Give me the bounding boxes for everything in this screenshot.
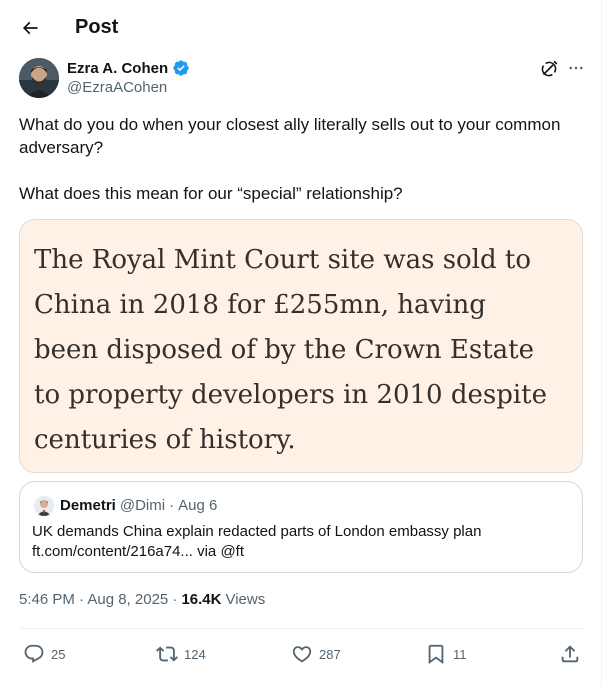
back-button[interactable]	[14, 12, 46, 44]
media-image-card[interactable]: The Royal Mint Court site was sold to Ch…	[19, 219, 583, 473]
grok-button[interactable]	[538, 58, 560, 80]
quoted-text-line-2: ft.com/content/216a74... via @ft	[32, 543, 245, 560]
quoted-post[interactable]: Demetri @Dimi · Aug 6 UK demands China e…	[19, 481, 583, 573]
quoted-text-line-1: UK demands China explain redacted parts …	[32, 523, 482, 540]
author-avatar[interactable]	[19, 58, 59, 98]
like-button[interactable]: 287	[291, 640, 341, 668]
reply-count: 25	[51, 646, 66, 662]
repost-icon	[156, 646, 178, 662]
divider	[19, 628, 583, 629]
tweet-paragraph-2: What does this mean for our “special” re…	[19, 184, 403, 203]
post-detail-panel: Post Ezra A. Cohen @EzraACohen What do y…	[0, 0, 602, 686]
avatar-image	[19, 58, 59, 98]
more-options-button[interactable]	[566, 58, 586, 78]
share-button[interactable]	[559, 640, 581, 668]
quoted-date: Aug 6	[178, 497, 218, 514]
views-label: Views	[225, 591, 266, 608]
post-time-date[interactable]: 5:46 PM · Aug 8, 2025 ·	[19, 591, 177, 608]
quoted-post-text: UK demands China explain redacted parts …	[32, 522, 572, 562]
repost-button[interactable]: 124	[156, 640, 206, 668]
reply-icon	[24, 644, 44, 663]
tweet-text: What do you do when your closest ally li…	[19, 113, 589, 205]
quoted-author-handle: @Dimi	[119, 497, 166, 514]
quoted-separator: ·	[169, 497, 175, 514]
bookmark-button[interactable]: 11	[425, 640, 467, 668]
views-count: 16.4K	[181, 591, 222, 608]
tweet-paragraph-1: What do you do when your closest ally li…	[19, 115, 561, 157]
author-handle[interactable]: @EzraACohen	[67, 79, 167, 96]
like-count: 287	[319, 646, 341, 662]
like-icon	[292, 646, 312, 663]
grok-icon	[541, 60, 558, 77]
author-name-text: Ezra A. Cohen	[67, 59, 169, 77]
author-name[interactable]: Ezra A. Cohen	[67, 59, 190, 77]
quoted-post-header: Demetri @Dimi · Aug 6	[60, 497, 217, 514]
more-icon	[569, 66, 583, 70]
back-arrow-icon	[22, 21, 38, 35]
bookmark-icon	[428, 644, 444, 665]
page-title: Post	[75, 16, 119, 38]
reply-button[interactable]: 25	[23, 640, 65, 668]
verified-badge-icon	[173, 60, 189, 76]
quoted-author-avatar	[34, 496, 54, 516]
share-icon	[561, 645, 579, 663]
media-quote-text: The Royal Mint Court site was sold to Ch…	[34, 245, 548, 455]
action-bar: 25 124 287 11	[19, 640, 589, 668]
post-header: Post	[0, 0, 600, 56]
post-timestamp: 5:46 PM · Aug 8, 2025 · 16.4K Views	[19, 591, 265, 608]
bookmark-count: 11	[453, 646, 467, 662]
quoted-author-name: Demetri	[60, 497, 116, 514]
repost-count: 124	[184, 646, 206, 662]
